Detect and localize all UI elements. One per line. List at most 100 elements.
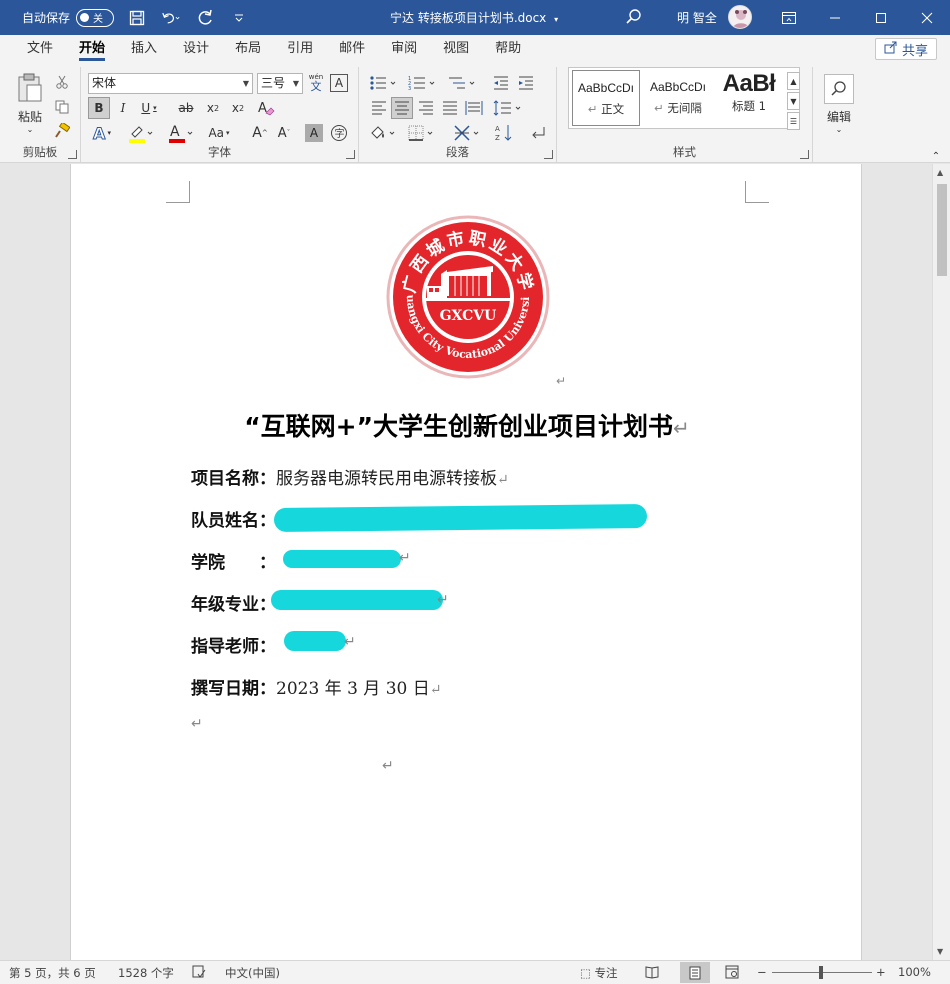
gallery-scroll-down-icon[interactable]: ▼ [787,92,800,110]
styles-launcher-icon[interactable] [800,150,809,159]
tab-design[interactable]: 设计 [170,35,222,63]
avatar[interactable] [728,5,752,29]
change-case-button[interactable]: Aa ▾ [205,122,233,144]
show-marks-icon[interactable] [527,122,549,144]
field-label: 队员姓名： [191,511,276,531]
user-name[interactable]: 明 智全 [677,9,717,26]
format-painter-icon[interactable] [53,122,71,140]
align-left-icon[interactable] [368,97,390,119]
line-spacing-icon[interactable] [492,97,526,119]
collapse-ribbon-icon[interactable]: ⌃ [928,151,944,162]
ribbon-display-options-icon[interactable] [766,0,812,35]
document-title-heading[interactable]: “互联网+”大学生创新创业项目计划书↵ [71,407,863,443]
underline-button[interactable]: U ▾ [137,97,161,119]
web-layout-icon[interactable] [725,965,739,982]
tab-file[interactable]: 文件 [14,35,66,63]
bold-button[interactable]: B [88,97,110,119]
bullets-icon[interactable] [368,73,400,93]
tab-layout[interactable]: 布局 [222,35,274,63]
customize-qat-icon[interactable] [230,9,248,27]
document-page[interactable]: 广西城市职业大学 Guangxi City Vocational Univers… [70,164,862,960]
tab-review[interactable]: 审阅 [378,35,430,63]
gallery-more-icon[interactable]: ☰ [787,112,800,130]
zoom-level[interactable]: 100% [898,965,931,979]
style-normal[interactable]: AaBbCcDı ↵ 正文 [572,70,640,126]
subscript-button[interactable]: x2 [202,97,224,119]
field-college[interactable]: 学院 ： [191,548,276,573]
numbering-icon[interactable]: 123 [407,73,439,93]
field-team-members[interactable]: 队员姓名： [191,506,276,531]
italic-button[interactable]: I [113,97,133,119]
scroll-thumb[interactable] [937,184,947,276]
redo-icon[interactable] [196,9,214,27]
print-layout-icon[interactable] [680,962,710,983]
style-heading-1[interactable]: AaBł 标题 1 [715,70,783,126]
increase-indent-icon[interactable] [515,73,537,93]
style-no-spacing[interactable]: AaBbCcDı ↵ 无间隔 [644,70,712,126]
grow-font-button[interactable]: A ^ [251,122,269,144]
zoom-slider-thumb[interactable] [819,966,823,979]
strikethrough-button[interactable]: ab [175,97,197,119]
sort-icon[interactable]: AZ [493,122,515,144]
editing-button[interactable]: 编辑 ⌄ [822,69,856,139]
page-info[interactable]: 第 5 页，共 6 页 [9,965,96,981]
zoom-in-icon[interactable]: + [876,965,886,979]
paragraph-launcher-icon[interactable] [544,150,553,159]
align-right-icon[interactable] [415,97,437,119]
cut-icon[interactable] [53,73,71,91]
paste-button[interactable]: 粘贴 ⌄ [10,71,50,135]
borders-icon[interactable] [407,122,439,144]
chinese-layout-icon[interactable] [452,122,484,144]
tab-home[interactable]: 开始 [66,35,118,63]
tab-help[interactable]: 帮助 [482,35,534,63]
field-advisor[interactable]: 指导老师： [191,632,276,657]
save-icon[interactable] [128,9,146,27]
shrink-font-button[interactable]: Aˇ [275,122,293,144]
font-size-select[interactable]: 三号 ▼ [257,73,303,94]
shading-icon[interactable] [368,122,400,144]
copy-icon[interactable] [53,98,71,116]
undo-icon[interactable] [162,9,180,27]
clipboard-launcher-icon[interactable] [68,150,77,159]
scroll-up-icon[interactable]: ▲ [937,168,943,177]
font-launcher-icon[interactable] [346,150,355,159]
read-mode-icon[interactable] [645,965,659,982]
tab-mailings[interactable]: 邮件 [326,35,378,63]
search-icon[interactable] [625,8,643,29]
field-date[interactable]: 撰写日期：2023 年 3 月 30 日↵ [191,674,441,699]
language[interactable]: 中文(中国) [225,965,280,981]
font-name-select[interactable]: 宋体 ▼ [88,73,253,94]
maximize-icon[interactable] [858,0,904,35]
text-effects-icon[interactable]: A ▾ [88,122,116,144]
tab-references[interactable]: 引用 [274,35,326,63]
align-center-icon[interactable] [391,97,413,119]
vertical-scrollbar[interactable]: ▲ ▼ [932,164,950,960]
character-shading-icon[interactable]: A [305,124,323,142]
document-title[interactable]: 宁达 转接板项目计划书.docx ▾ [390,9,558,26]
minimize-icon[interactable] [812,0,858,35]
tab-view[interactable]: 视图 [430,35,482,63]
character-border-icon[interactable]: A [330,74,348,92]
text-highlight-icon[interactable] [127,122,155,144]
justify-icon[interactable] [439,97,461,119]
tab-insert[interactable]: 插入 [118,35,170,63]
focus-button[interactable]: ⬚ 专注 [580,965,618,981]
close-icon[interactable] [904,0,950,35]
clear-formatting-icon[interactable]: A [255,97,277,119]
enclose-characters-icon[interactable]: 字 [329,123,349,143]
distributed-icon[interactable] [463,97,485,119]
proofing-icon[interactable] [192,965,206,982]
word-count[interactable]: 1528 个字 [118,965,174,981]
gallery-scroll-up-icon[interactable]: ▲ [787,72,800,90]
decrease-indent-icon[interactable] [490,73,512,93]
font-color-icon[interactable]: A [167,122,195,144]
autosave-toggle[interactable]: 关 [76,8,115,27]
share-button[interactable]: 共享 [874,38,937,60]
phonetic-guide-button[interactable]: wén 文 [306,71,326,95]
field-project-name[interactable]: 项目名称：服务器电源转民用电源转接板↵ [191,464,509,489]
scroll-down-icon[interactable]: ▼ [937,947,943,956]
zoom-out-icon[interactable]: − [757,965,767,979]
superscript-button[interactable]: x2 [227,97,249,119]
field-grade-major[interactable]: 年级专业： [191,590,276,615]
multilevel-list-icon[interactable] [447,73,479,93]
